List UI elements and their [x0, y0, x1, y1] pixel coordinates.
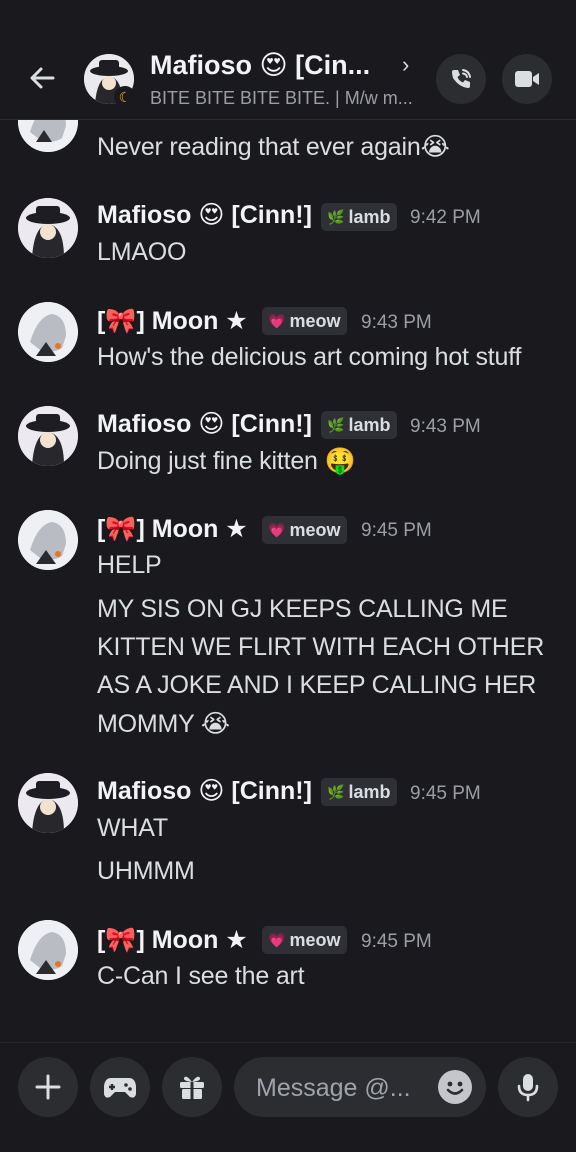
role-tag[interactable]: 💗 meow: [262, 307, 348, 335]
author-name[interactable]: Mafioso 😍 [Cinn!]: [97, 776, 312, 806]
message-text: C-Can I see the art: [97, 962, 305, 990]
avatar[interactable]: [18, 920, 78, 980]
gift-button[interactable]: [162, 1057, 222, 1117]
message-list[interactable]: Never reading that ever again😭 Mafioso 😍…: [0, 0, 576, 1040]
message-text: KITTEN WE FLIRT WITH EACH OTHER: [97, 633, 545, 661]
author-name[interactable]: Mafioso 😍 [Cinn!]: [97, 409, 312, 439]
video-camera-icon: [515, 71, 539, 87]
leaf-icon: 🌿: [327, 208, 345, 225]
timestamp: 9:45 PM: [361, 520, 432, 541]
video-call-button[interactable]: [502, 54, 552, 104]
message-text: AS A JOKE AND I KEEP CALLING HER: [97, 671, 537, 699]
avatar[interactable]: [18, 198, 78, 258]
role-tag[interactable]: 💗 meow: [262, 516, 348, 544]
timestamp: 9:45 PM: [410, 783, 481, 804]
channel-header: ☾ Mafioso 😍 [Cin... › BITE BITE BITE BIT…: [0, 0, 576, 120]
channel-subtitle[interactable]: BITE BITE BITE BITE. | M/w m...: [150, 88, 413, 109]
avatar[interactable]: [18, 302, 78, 362]
message-placeholder: Message @...: [256, 1074, 411, 1102]
leaf-icon: 🌿: [327, 783, 345, 800]
back-button[interactable]: [24, 60, 60, 96]
phone-call-icon: [452, 69, 471, 88]
message-text: LMAOO: [97, 238, 187, 266]
author-name[interactable]: [🎀] Moon ★: [97, 925, 248, 955]
composer-bar: Message @...: [0, 1042, 576, 1152]
back-arrow-icon: [30, 67, 55, 89]
heart-icon: 💗: [268, 312, 286, 329]
gift-icon: [180, 1076, 204, 1099]
message-text: How's the delicious art coming hot stuff: [97, 343, 522, 371]
idle-status-icon: ☾: [114, 86, 136, 108]
author-name[interactable]: Mafioso 😍 [Cinn!]: [97, 200, 312, 230]
add-attachment-button[interactable]: [18, 1057, 78, 1117]
activities-button[interactable]: [90, 1057, 150, 1117]
role-tag[interactable]: 🌿 lamb: [321, 411, 398, 439]
plus-icon: [35, 1074, 61, 1100]
message-input[interactable]: Message @...: [234, 1057, 486, 1117]
message-text: UHMMM: [97, 857, 195, 885]
avatar[interactable]: [18, 773, 78, 833]
message-text: WHAT: [97, 814, 168, 842]
message-text: Doing just fine kitten 🤑: [97, 447, 356, 475]
author-name[interactable]: [🎀] Moon ★: [97, 514, 248, 544]
timestamp: 9:43 PM: [410, 416, 481, 437]
microphone-icon: [517, 1074, 539, 1102]
heart-icon: 💗: [268, 931, 286, 948]
timestamp: 9:45 PM: [361, 931, 432, 952]
message-text: Never reading that ever again😭: [97, 133, 450, 161]
voice-message-button[interactable]: [498, 1057, 558, 1117]
role-tag[interactable]: 🌿 lamb: [321, 203, 398, 231]
avatar[interactable]: [18, 406, 78, 466]
message-text: MY SIS ON GJ KEEPS CALLING ME: [97, 595, 508, 623]
channel-title[interactable]: Mafioso 😍 [Cin...: [150, 50, 370, 81]
gamepad-icon: [104, 1078, 136, 1098]
message-text: HELP: [97, 551, 162, 579]
avatar[interactable]: [18, 510, 78, 570]
voice-call-button[interactable]: [436, 54, 486, 104]
timestamp: 9:43 PM: [361, 312, 432, 333]
timestamp: 9:42 PM: [410, 207, 481, 228]
chevron-right-icon[interactable]: ›: [402, 52, 409, 78]
role-tag[interactable]: 💗 meow: [262, 926, 348, 954]
leaf-icon: 🌿: [327, 416, 345, 433]
author-name[interactable]: [🎀] Moon ★: [97, 306, 248, 336]
message-text: MOMMY 😭: [97, 710, 230, 738]
emoji-icon[interactable]: [438, 1070, 472, 1104]
heart-icon: 💗: [268, 521, 286, 538]
role-tag[interactable]: 🌿 lamb: [321, 778, 398, 806]
